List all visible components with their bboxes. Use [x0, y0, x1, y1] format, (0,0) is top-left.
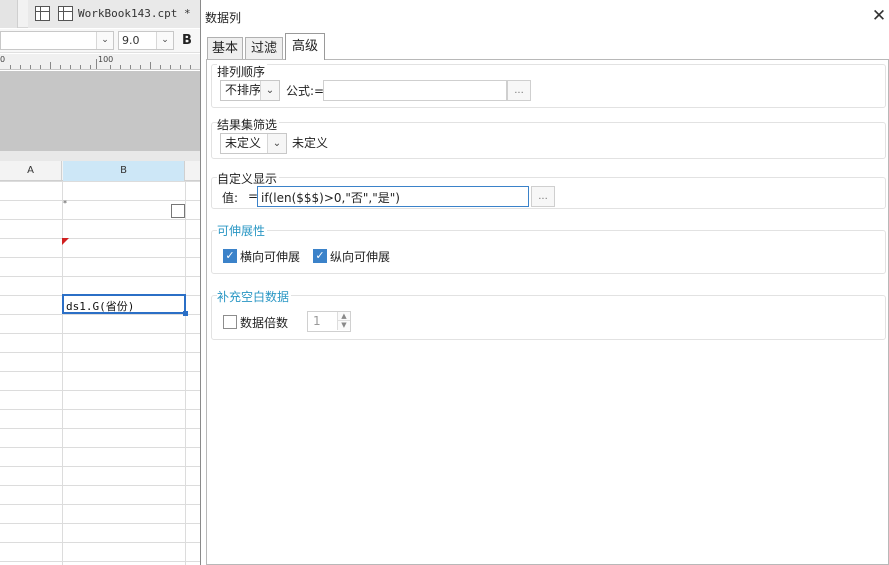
- data-multiple-label[interactable]: 数据倍数: [240, 314, 288, 331]
- previous-tab[interactable]: [0, 0, 18, 28]
- result-filter-value: 未定义: [225, 136, 262, 150]
- result-filter-group-title: 结果集筛选: [217, 116, 280, 133]
- custom-display-formula-value: if(len($$$)>0,"否","是"): [261, 191, 400, 205]
- spin-down-icon[interactable]: ▼: [337, 321, 350, 330]
- close-icon[interactable]: ✕: [870, 6, 888, 26]
- selected-cell-text: ds1.G(省份): [66, 300, 135, 313]
- sort-order-select[interactable]: 不排序 ⌄: [220, 80, 280, 101]
- bold-button[interactable]: B: [182, 33, 192, 48]
- dialog-tabs: 基本 过滤 高级: [201, 33, 889, 60]
- check-icon: ✓: [225, 249, 235, 262]
- sort-order-value: 不排序: [225, 83, 262, 97]
- value-label: 值:: [222, 191, 239, 205]
- vertical-expand-checkbox[interactable]: ✓: [313, 249, 327, 263]
- dialog-title-bar: 数据列 ✕: [201, 0, 889, 33]
- spin-up-icon[interactable]: ▲: [337, 312, 350, 321]
- calendar-icon[interactable]: [171, 204, 185, 218]
- column-header-a[interactable]: A: [0, 161, 62, 181]
- check-icon: ✓: [315, 249, 325, 262]
- data-multiple-spinner[interactable]: 1 ▲ ▼: [307, 311, 351, 332]
- cell-flag-icon: [62, 238, 69, 245]
- chevron-down-icon: ⌄: [156, 32, 173, 49]
- horizontal-expand-label[interactable]: 横向可伸展: [240, 248, 300, 265]
- grid-icon[interactable]: [35, 6, 50, 21]
- ruler-label: 100: [98, 55, 114, 64]
- cell-star-mark: *: [63, 199, 67, 208]
- sort-formula-input[interactable]: [323, 80, 507, 101]
- report-icon: [58, 6, 73, 21]
- chevron-down-icon: ⌄: [260, 81, 279, 100]
- chevron-down-icon: ⌄: [96, 32, 113, 49]
- custom-display-group-title: 自定义显示: [217, 170, 280, 187]
- cell-grid[interactable]: [0, 181, 200, 565]
- tab-advanced[interactable]: 高级: [285, 33, 325, 60]
- ruler-zero-label: 0: [0, 55, 6, 64]
- advanced-tab-panel: 排列顺序 不排序 ⌄ 公式:= ... 结果集筛选 未定义 ⌄ 未定义 自定义显…: [206, 59, 889, 565]
- sheet-margin-area: [0, 71, 200, 151]
- sort-group-title: 排列顺序: [217, 63, 268, 80]
- dialog-title: 数据列: [205, 11, 242, 25]
- expand-group-title: 可伸展性: [217, 222, 268, 239]
- data-multiple-value: 1: [313, 314, 321, 328]
- column-header-b[interactable]: B: [63, 161, 185, 181]
- custom-display-browse-button[interactable]: ...: [531, 186, 555, 207]
- vertical-expand-label[interactable]: 纵向可伸展: [330, 248, 390, 265]
- fill-blank-group-title: 补充空白数据: [217, 288, 292, 305]
- fill-handle[interactable]: [183, 311, 188, 316]
- data-multiple-checkbox[interactable]: [223, 315, 237, 329]
- result-filter-select[interactable]: 未定义 ⌄: [220, 133, 287, 154]
- data-column-dialog: 数据列 ✕ 基本 过滤 高级 排列顺序 不排序 ⌄ 公式:= ... 结果集筛选…: [200, 0, 889, 565]
- result-filter-text: 未定义: [292, 136, 329, 150]
- sort-formula-browse-button[interactable]: ...: [507, 80, 531, 101]
- formula-label: 公式:=: [286, 84, 325, 98]
- tab-filter[interactable]: 过滤: [245, 37, 283, 60]
- font-size-value: 9.0: [122, 34, 140, 47]
- chevron-down-icon: ⌄: [267, 134, 286, 153]
- workbook-tab-title: WorkBook143.cpt *: [78, 7, 191, 20]
- custom-display-formula-input[interactable]: if(len($$$)>0,"否","是"): [257, 186, 529, 207]
- horizontal-expand-checkbox[interactable]: ✓: [223, 249, 237, 263]
- tab-basic[interactable]: 基本: [207, 37, 243, 60]
- font-family-select[interactable]: ⌄: [0, 31, 114, 50]
